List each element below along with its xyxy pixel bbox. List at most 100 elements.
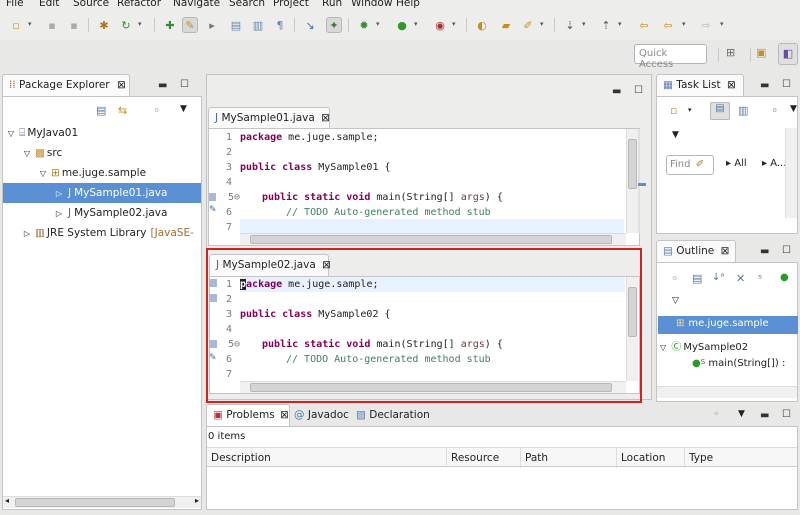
run-dropdown-icon[interactable]: ▾ [414, 20, 418, 28]
tab-mysample01[interactable]: J MySample01.java ⊠ [208, 107, 330, 129]
scroll-thumb[interactable] [15, 498, 175, 507]
sync-icon[interactable]: ⚬ [770, 104, 779, 117]
link-editor-icon[interactable]: ⇆ [118, 104, 127, 117]
prev-annotation-icon[interactable]: ⇡ [598, 17, 614, 33]
categorized-icon[interactable]: ▤ [710, 102, 730, 120]
scheduled-icon[interactable]: ▥ [738, 104, 748, 117]
outline-view-menu-icon[interactable]: ▽ [672, 296, 679, 306]
mark-icon[interactable]: ▸ [204, 17, 220, 33]
menu-edit[interactable]: Edit [39, 0, 59, 9]
external-tools-icon[interactable]: ◉ [432, 17, 448, 33]
scroll-left-icon[interactable]: ◂ [5, 496, 9, 505]
save-all-icon[interactable]: ▪ [66, 17, 82, 33]
maximize-icon[interactable]: ☐ [782, 409, 791, 420]
tree-item[interactable]: ▽ ⊞ me.juge.sample [37, 163, 146, 183]
focus-icon[interactable]: ⚬ [152, 104, 161, 117]
open-perspective-icon[interactable]: ⊞ [726, 46, 742, 62]
minimize-icon[interactable]: ▬ [760, 410, 769, 421]
view-menu-icon[interactable]: ▼ [790, 104, 797, 114]
last-edit-icon[interactable]: ⇦ [636, 17, 652, 33]
outline-item-selected[interactable]: ⊞ me.juge.sample [658, 316, 798, 334]
column-location[interactable]: Location [617, 448, 685, 468]
hide-nonpublic-icon[interactable]: ● [780, 272, 789, 283]
maximize-icon[interactable]: ☐ [782, 245, 791, 256]
close-icon[interactable]: ⊠ [321, 112, 330, 124]
maximize-icon[interactable]: ☐ [180, 79, 189, 90]
back-icon[interactable]: ⇦ [660, 17, 676, 33]
column-path[interactable]: Path [521, 448, 617, 468]
debug-icon[interactable]: ✹ [356, 17, 372, 33]
tab-javadoc[interactable]: @ Javadoc [294, 409, 349, 421]
next-annotation-dropdown-icon[interactable]: ▾ [582, 20, 586, 28]
java-perspective-icon[interactable]: ◧ [778, 43, 798, 65]
tab-problems[interactable]: ▣ Problems ⊠ [206, 404, 290, 426]
editor-minimize-icon[interactable]: ▬ [612, 86, 621, 97]
tab-task-list[interactable]: ▦ Task List ⊠ [656, 74, 744, 96]
new-task-dropdown-icon[interactable]: ▾ [688, 106, 692, 114]
highlight-icon[interactable]: ✎ [182, 17, 198, 33]
expand-icon[interactable]: ▽ [5, 129, 17, 138]
open-folder-icon[interactable]: ▰ [498, 17, 514, 33]
list-icon[interactable]: ▥ [250, 17, 266, 33]
column-type[interactable]: Type [685, 448, 797, 468]
minimize-icon[interactable]: ▬ [760, 80, 769, 91]
tree-item[interactable]: ▷ ▥ JRE System Library [JavaSE- [21, 223, 194, 243]
close-icon[interactable]: ⊠ [721, 245, 730, 257]
collapse-all-icon[interactable]: ▤ [692, 272, 702, 285]
tab-package-explorer[interactable]: ⁞⁞ Package Explorer ⊠ [2, 74, 130, 96]
menu-refactor[interactable]: Refactor [117, 0, 161, 9]
hide-fields-icon[interactable]: ✕ [736, 272, 745, 285]
forward-dropdown-icon[interactable]: ▾ [720, 20, 724, 28]
view-menu-icon[interactable]: ▼ [180, 104, 187, 114]
close-icon[interactable]: ⊠ [727, 79, 736, 91]
breakpoint-icon[interactable]: ✚ [162, 17, 178, 33]
quick-access-input[interactable]: Quick Access [634, 44, 707, 70]
task-vscroll[interactable] [785, 128, 797, 218]
tab-declaration[interactable]: ▨ Declaration [356, 409, 430, 421]
next-annotation-icon[interactable]: ⇣ [562, 17, 578, 33]
editor1-hscroll[interactable] [240, 233, 626, 245]
menu-search[interactable]: Search [229, 0, 265, 9]
focus-icon[interactable]: ⚬ [670, 272, 679, 285]
scroll-thumb[interactable] [250, 235, 612, 244]
open-type-icon[interactable]: ◐ [474, 17, 490, 33]
pointer-icon[interactable]: ↘ [302, 17, 318, 33]
refresh-icon[interactable]: ↻ [118, 17, 134, 33]
annotation-dropdown-icon[interactable]: ▾ [540, 20, 544, 28]
task-dropdown-icon[interactable]: ▼ [672, 130, 679, 140]
new-icon[interactable]: ▫ [8, 17, 24, 33]
new-dropdown-icon[interactable]: ▾ [28, 20, 32, 28]
close-icon[interactable]: ⊠ [117, 79, 126, 91]
view-menu-icon[interactable]: ▼ [738, 409, 745, 419]
editor-maximize-icon[interactable]: ☐ [634, 85, 643, 96]
sort-icon[interactable]: ↓ᵃ [712, 272, 724, 283]
tree-item[interactable]: ▽ ⌸ MyJava01 [5, 123, 78, 143]
menu-help[interactable]: Help [396, 0, 420, 9]
tree-item-selected[interactable]: ▷ J MySample01.java [3, 183, 201, 203]
menu-source[interactable]: Source [73, 0, 109, 9]
collapse-icon[interactable]: ▷ [53, 209, 65, 218]
save-icon[interactable]: ▪ [44, 17, 60, 33]
paragraph-icon[interactable]: ¶ [272, 17, 288, 33]
new-task-icon[interactable]: ▫ [670, 104, 677, 117]
collapse-icon[interactable]: ▷ [53, 189, 65, 198]
clear-icon[interactable]: ✐ [696, 159, 704, 170]
back-dropdown-icon[interactable]: ▾ [682, 20, 686, 28]
build-icon[interactable]: ✱ [96, 17, 112, 33]
maximize-icon[interactable]: ☐ [782, 79, 791, 90]
filter-a-link[interactable]: ▸ A... [762, 158, 786, 169]
minimize-icon[interactable]: ▬ [158, 80, 167, 91]
outline-item[interactable]: ▽ Ⓒ MySample02 [660, 338, 748, 353]
collapse-all-icon[interactable]: ▤ [96, 104, 106, 117]
hide-static-icon[interactable]: ˢ [758, 272, 762, 285]
resource-perspective-icon[interactable]: ▣ [756, 46, 772, 62]
refresh-dropdown-icon[interactable]: ▾ [138, 20, 142, 28]
explorer-hscroll[interactable]: ◂ ▸ [3, 496, 201, 508]
expand-icon[interactable]: ▽ [37, 169, 49, 178]
column-resource[interactable]: Resource [447, 448, 521, 468]
minimize-icon[interactable]: ▬ [760, 246, 769, 257]
filter-all-link[interactable]: ▸ All [726, 158, 747, 169]
expand-icon[interactable]: ▽ [660, 343, 666, 352]
tree-item[interactable]: ▷ J MySample02.java [53, 203, 168, 223]
expand-icon[interactable]: ▽ [21, 149, 33, 158]
